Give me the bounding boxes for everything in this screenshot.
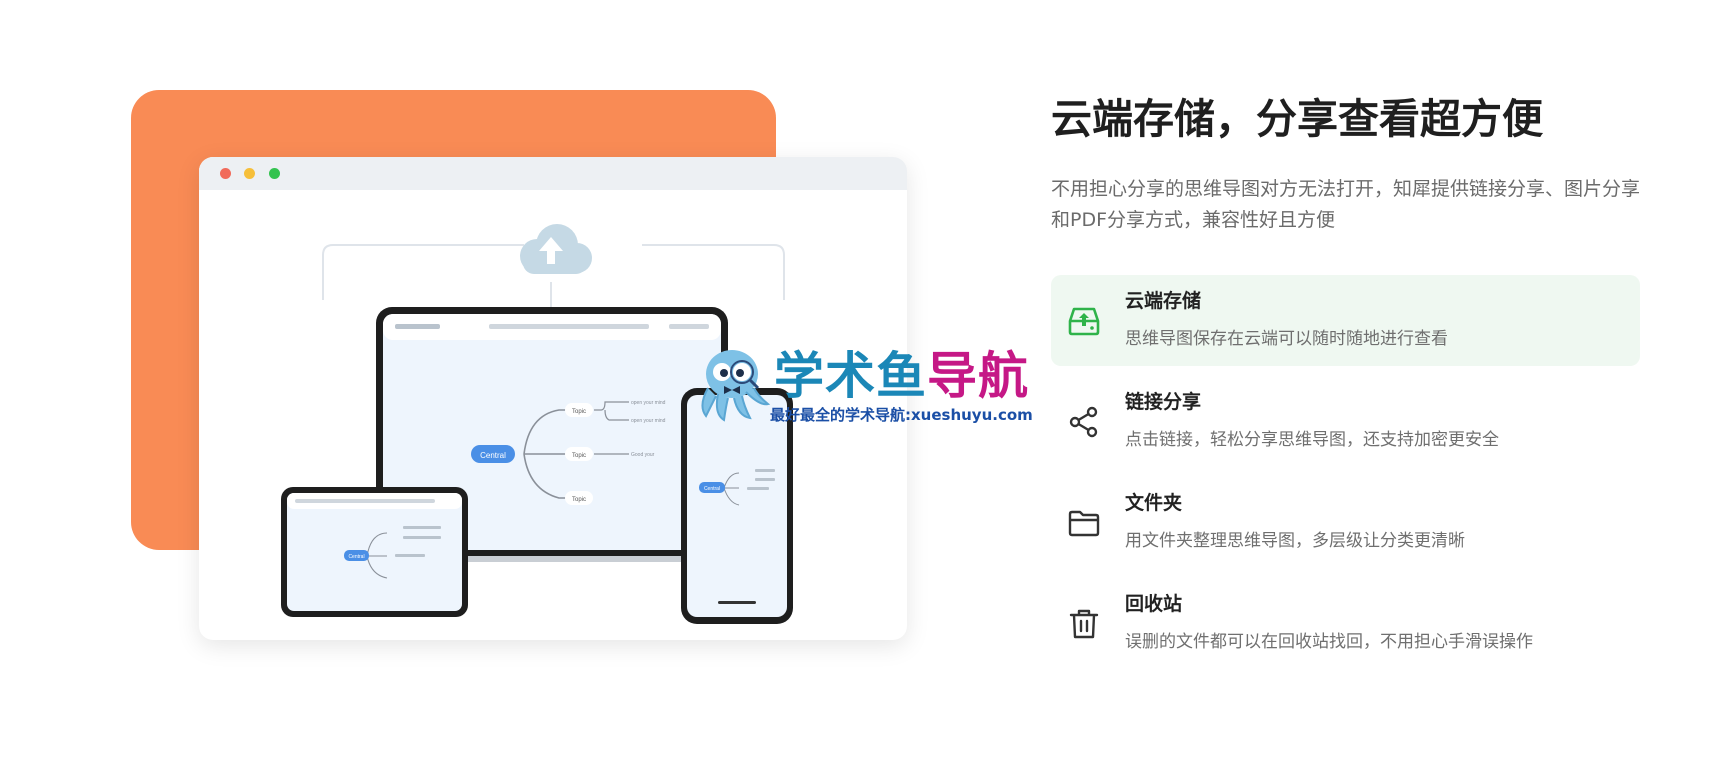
feature-title: 回收站 [1125, 593, 1183, 615]
feature-item-cloud-storage[interactable]: 云端存储 思维导图保存在云端可以随时随地进行查看 [1051, 275, 1640, 366]
feature-description: 误删的文件都可以在回收站找回，不用担心手滑误操作 [1125, 632, 1533, 652]
laptop-subtopic-1: open your mind [631, 400, 666, 406]
share-icon [1069, 406, 1098, 438]
watermark-title-part2: 导航 [927, 347, 1029, 405]
tablet-central-node-text: Central [348, 554, 364, 560]
feature-title: 链接分享 [1125, 391, 1202, 413]
minimize-dot-icon [244, 168, 255, 179]
watermark-subtitle: 最好最全的学术导航:xueshuyu.com [770, 406, 1033, 424]
feature-list: 云端存储 思维导图保存在云端可以随时随地进行查看 链接分享 点击链接，轻松分享思… [1051, 275, 1640, 679]
trash-icon [1069, 609, 1099, 639]
feature-description: 思维导图保存在云端可以随时随地进行查看 [1125, 329, 1448, 349]
feature-item-link-share[interactable]: 链接分享 点击链接，轻松分享思维导图，还支持加密更安全 [1051, 376, 1640, 467]
xueshuyu-watermark: 学术鱼导航 最好最全的学术导航:xueshuyu.com [694, 344, 1046, 424]
cloud-upload-icon [520, 224, 592, 274]
tablet-device: Central [281, 487, 468, 617]
watermark-title: 学术鱼导航 [774, 348, 1029, 404]
feature-description: 点击链接，轻松分享思维导图，还支持加密更安全 [1125, 430, 1499, 450]
feature-title: 云端存储 [1125, 290, 1202, 312]
laptop-subtopic-3: Good your [631, 452, 655, 458]
laptop-topic-3: Topic [572, 497, 586, 503]
section-headline: 云端存储，分享查看超方便 [1051, 95, 1543, 143]
laptop-topic-2: Topic [572, 453, 586, 459]
octopus-mascot-logo [701, 350, 771, 422]
close-dot-icon [220, 168, 231, 179]
cloud-drive-icon [1068, 307, 1100, 336]
laptop-subtopic-2: open your mind [631, 418, 666, 424]
laptop-topic-1: Topic [572, 409, 586, 415]
watermark-title-part1: 学术鱼 [774, 347, 927, 405]
maximize-dot-icon [269, 168, 280, 179]
browser-title-bar [199, 157, 907, 190]
laptop-central-node-text: Central [480, 451, 506, 460]
feature-description: 用文件夹整理思维导图，多层级让分类更清晰 [1125, 531, 1465, 551]
phone-central-node-text: Central [704, 486, 720, 492]
feature-item-folder[interactable]: 文件夹 用文件夹整理思维导图，多层级让分类更清晰 [1051, 477, 1640, 568]
feature-title: 文件夹 [1125, 492, 1183, 514]
folder-icon [1068, 510, 1100, 537]
feature-item-recycle-bin[interactable]: 回收站 误删的文件都可以在回收站找回，不用担心手滑误操作 [1051, 578, 1640, 669]
section-intro: 不用担心分享的思维导图对方无法打开，知犀提供链接分享、图片分享和PDF分享方式，… [1051, 178, 1641, 231]
